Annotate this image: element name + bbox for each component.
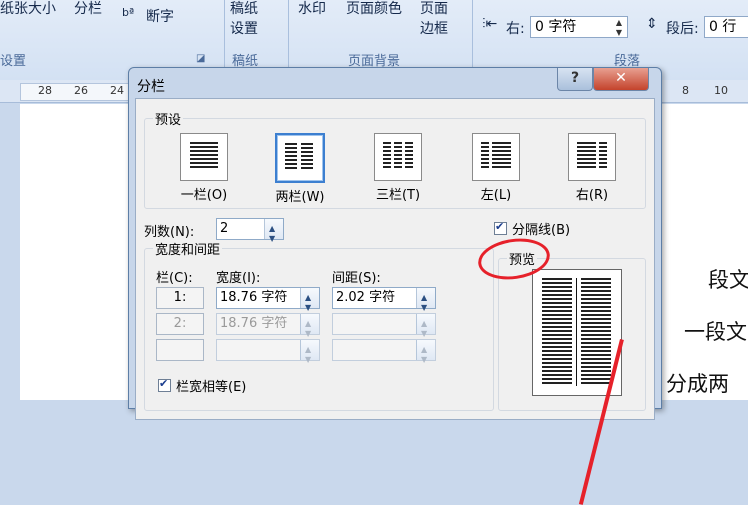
preset-left[interactable]: 左(L) <box>466 133 526 203</box>
ribbon-columns[interactable]: 分栏 <box>74 0 102 18</box>
preview-page <box>532 269 622 396</box>
num-columns-label: 列数(N): <box>144 225 195 240</box>
column-number-1: 1: <box>156 287 204 309</box>
indent-right-field[interactable]: 0 字符 ▲ ▼ <box>530 16 628 38</box>
preset-label: 两栏(W) <box>275 190 325 205</box>
equal-width-checkbox[interactable] <box>158 377 171 392</box>
presets-legend: 预设 <box>155 113 182 128</box>
document-line: 一段文 <box>684 320 747 344</box>
indent-right-label: 右: <box>506 21 525 37</box>
separator-checkbox[interactable] <box>494 220 507 235</box>
width-field-1[interactable]: 18.76 字符 <box>216 287 320 318</box>
preset-label: 右(R) <box>575 188 609 203</box>
equal-width-label[interactable]: 栏宽相等(E) <box>176 376 246 395</box>
preset-right[interactable]: 右(R) <box>562 133 622 203</box>
ribbon-hyphenation[interactable]: 断字 <box>146 6 174 26</box>
ribbon-page-borders[interactable]: 页面 <box>420 0 448 18</box>
preview-separator-line <box>576 278 577 386</box>
ribbon-paper-size[interactable]: 纸张大小 <box>0 0 56 18</box>
width-field-2: 18.76 字符 <box>216 313 320 344</box>
spacing-spinner-1[interactable] <box>416 288 435 318</box>
close-button[interactable]: ✕ <box>593 68 649 91</box>
preset-label: 三栏(T) <box>375 188 421 203</box>
width-spacing-legend: 宽度和间距 <box>155 243 221 258</box>
ruler-number: 8 <box>682 84 689 97</box>
spacing-field-2 <box>332 313 436 344</box>
hyphenation-icon: bª <box>122 6 135 19</box>
column-number-2: 2: <box>156 313 204 335</box>
ribbon-watermark[interactable]: 水印 <box>298 0 326 18</box>
num-columns-spinner[interactable] <box>264 219 283 249</box>
preset-label: 左(L) <box>480 188 512 203</box>
ribbon-manuscript-settings[interactable]: 设置 <box>230 18 258 38</box>
preset-three-columns[interactable]: 三栏(T) <box>368 133 428 203</box>
preset-two-columns[interactable]: 两栏(W) <box>270 133 330 205</box>
ribbon-page-color[interactable]: 页面颜色 <box>346 0 402 18</box>
ribbon-page-borders-2[interactable]: 边框 <box>420 18 448 38</box>
indent-right-icon: ⫶⇤ <box>482 16 498 32</box>
dialog-launcher-icon[interactable]: ◪ <box>196 53 205 64</box>
help-button[interactable]: ? <box>557 68 593 91</box>
separator-label[interactable]: 分隔线(B) <box>512 219 570 238</box>
width-header: 宽度(I): <box>216 271 261 286</box>
ruler-number: 26 <box>74 84 88 97</box>
ruler-number: 28 <box>38 84 52 97</box>
preset-one-column[interactable]: 一栏(O) <box>174 133 234 203</box>
ruler-number: 24 <box>110 84 124 97</box>
spacing-header: 间距(S): <box>332 271 381 286</box>
width-field-3 <box>216 339 320 370</box>
spacing-after-icon: ⇕ <box>646 16 658 32</box>
ruler-number: 10 <box>714 84 728 97</box>
spacing-field-1[interactable]: 2.02 字符 <box>332 287 436 318</box>
spacing-after-field[interactable]: 0 行 <box>704 16 748 38</box>
column-number-3 <box>156 339 204 361</box>
dialog-title: 分栏 <box>137 79 165 95</box>
col-header: 栏(C): <box>156 271 193 286</box>
num-columns-field[interactable]: 2 <box>216 218 284 249</box>
width-spinner-1[interactable] <box>300 288 319 318</box>
document-line: 分成两 <box>666 372 729 396</box>
spacing-after-label: 段后: <box>666 21 699 37</box>
document-line: 段文 <box>708 268 748 292</box>
columns-dialog: 分栏 ? ✕ 预设 一栏(O) 两栏(W) 三栏(T) 左(L) 右(R) 列数… <box>128 67 662 505</box>
spacing-field-3 <box>332 339 436 370</box>
preset-label: 一栏(O) <box>180 188 228 203</box>
ribbon-manuscript[interactable]: 稿纸 <box>230 0 258 18</box>
dialog-body: 预设 一栏(O) 两栏(W) 三栏(T) 左(L) 右(R) 列数(N): 2 … <box>135 98 655 505</box>
group-label-setup: 设置 <box>0 54 27 69</box>
